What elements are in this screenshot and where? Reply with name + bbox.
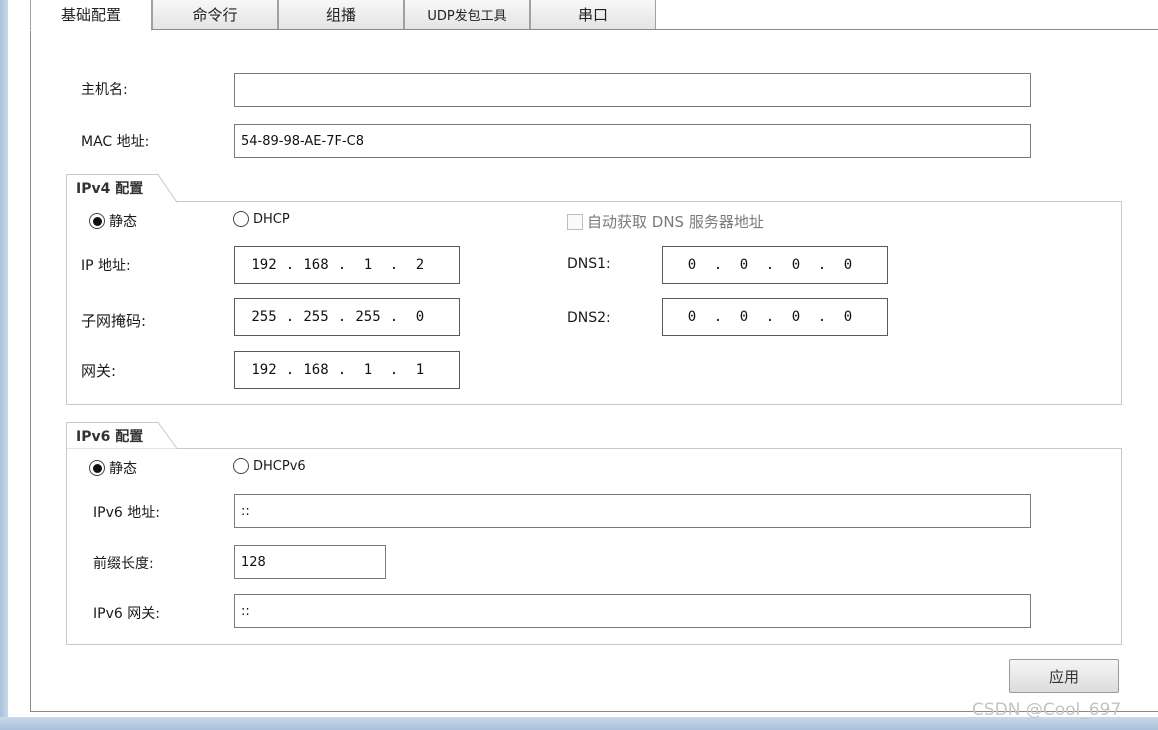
dns1-octet: 0 (843, 257, 853, 273)
window-frame-left (0, 0, 8, 730)
radio-unselected-icon (233, 458, 249, 474)
auto-dns-checkbox[interactable]: 自动获取 DNS 服务器地址 (567, 211, 764, 232)
tab-command-line[interactable]: 命令行 (152, 0, 278, 30)
ip-octet: 1 (363, 257, 373, 273)
gateway-input[interactable]: 192. 168. 1. 1 (234, 351, 460, 389)
ip-octet: 168 (303, 257, 329, 273)
ipv6-gateway-label: IPv6 网关: (93, 606, 160, 622)
dns2-input[interactable]: 0. 0. 0. 0 (662, 298, 888, 336)
dns2-label: DNS2: (567, 310, 611, 326)
ipv6-static-label: 静态 (109, 461, 137, 477)
ipv4-section-title: IPv4 配置 (76, 181, 144, 197)
ip-address-input[interactable]: 192. 168. 1. 2 (234, 246, 460, 284)
dns2-octet: 0 (843, 309, 853, 325)
mac-label: MAC 地址: (81, 134, 150, 150)
apply-button[interactable]: 应用 (1009, 659, 1119, 693)
gateway-octet: 1 (363, 362, 373, 378)
ipv4-dhcp-radio[interactable]: DHCP (233, 211, 290, 227)
ipv4-static-label: 静态 (109, 214, 137, 230)
radio-unselected-icon (233, 211, 249, 227)
watermark: CSDN @Cool_697 (972, 700, 1122, 720)
dns1-label: DNS1: (567, 256, 611, 272)
checkbox-unchecked-icon (567, 213, 583, 230)
ipv4-dhcp-label: DHCP (253, 211, 290, 227)
gateway-octet: 192 (251, 362, 277, 378)
tab-multicast[interactable]: 组播 (278, 0, 404, 30)
ip-octet: 2 (415, 257, 425, 273)
ipv6-static-radio[interactable]: 静态 (89, 458, 137, 478)
ipv6-address-label: IPv6 地址: (93, 505, 160, 521)
subnet-mask-label: 子网掩码: (81, 312, 147, 330)
ipv4-section-tab: IPv4 配置 (66, 174, 178, 203)
mask-octet: 255 (355, 309, 381, 325)
dns1-octet: 0 (791, 257, 801, 273)
subnet-mask-input[interactable]: 255. 255. 255. 0 (234, 298, 460, 336)
ipv6-section-tab: IPv6 配置 (66, 422, 178, 450)
prefix-length-label: 前缀长度: (93, 556, 154, 572)
mask-octet: 255 (251, 309, 277, 325)
dns2-octet: 0 (687, 309, 697, 325)
config-panel: 主机名: MAC 地址: IPv4 配置 静态 DHCP 自动获取 DNS 服务… (30, 29, 1158, 712)
mask-octet: 255 (303, 309, 329, 325)
dns1-octet: 0 (739, 257, 749, 273)
hostname-input[interactable] (234, 73, 1031, 107)
ipv6-dhcpv6-radio[interactable]: DHCPv6 (233, 458, 306, 474)
hostname-label: 主机名: (81, 82, 128, 98)
gateway-octet: 1 (415, 362, 425, 378)
ipv6-dhcpv6-label: DHCPv6 (253, 458, 306, 474)
ipv6-section-title: IPv6 配置 (76, 429, 144, 445)
ipv4-static-radio[interactable]: 静态 (89, 211, 137, 231)
ipv6-gateway-input[interactable] (234, 594, 1031, 628)
auto-dns-label: 自动获取 DNS 服务器地址 (587, 213, 764, 231)
ipv6-address-input[interactable] (234, 494, 1031, 528)
ip-address-label: IP 地址: (81, 258, 131, 274)
prefix-length-input[interactable] (234, 545, 386, 579)
tab-udp-tool[interactable]: UDP发包工具 (404, 0, 530, 30)
dns2-octet: 0 (791, 309, 801, 325)
mask-octet: 0 (415, 309, 425, 325)
dns1-octet: 0 (687, 257, 697, 273)
ip-octet: 192 (251, 257, 277, 273)
tab-basic-config[interactable]: 基础配置 (30, 0, 152, 31)
dns2-octet: 0 (739, 309, 749, 325)
mac-input[interactable] (234, 124, 1031, 158)
radio-selected-icon (89, 213, 105, 229)
dns1-input[interactable]: 0. 0. 0. 0 (662, 246, 888, 284)
gateway-octet: 168 (303, 362, 329, 378)
radio-selected-icon (89, 460, 105, 476)
gateway-label: 网关: (81, 362, 117, 380)
tab-serial-port[interactable]: 串口 (530, 0, 656, 30)
